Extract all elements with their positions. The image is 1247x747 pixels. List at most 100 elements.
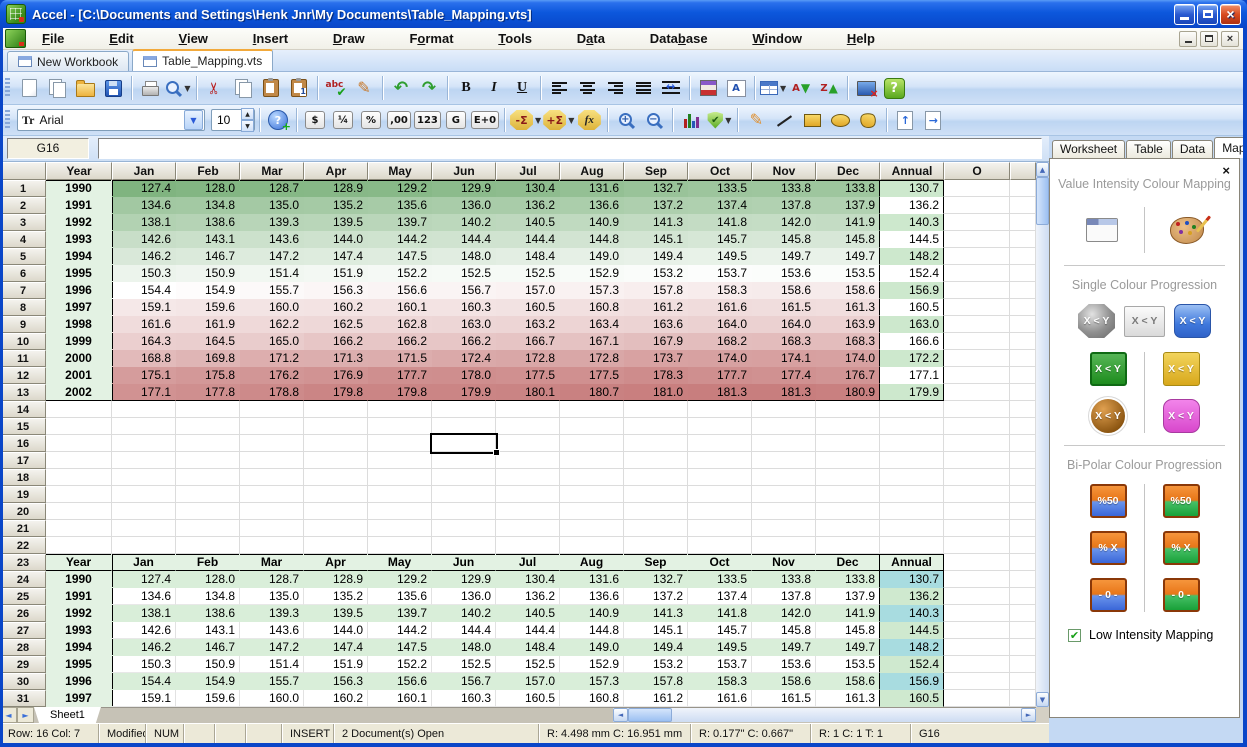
cell[interactable]: 157.8	[624, 282, 688, 299]
toolbar-grip[interactable]	[5, 110, 10, 130]
table-header-nov[interactable]: Nov	[752, 554, 816, 571]
cell[interactable]	[1010, 690, 1036, 707]
cell[interactable]: 146.7	[176, 248, 240, 265]
sort-descending-button[interactable]: Z▲	[816, 75, 842, 101]
panel-tab-data[interactable]: Data	[1172, 140, 1213, 158]
cell[interactable]: 137.8	[752, 588, 816, 605]
row-header[interactable]: 12	[0, 367, 46, 384]
new-document-button[interactable]	[16, 75, 42, 101]
cell-annual[interactable]: 166.6	[880, 333, 944, 350]
cell[interactable]	[432, 486, 496, 503]
cell[interactable]: 178.0	[432, 367, 496, 384]
cell[interactable]	[944, 282, 1010, 299]
panel-tab-table[interactable]: Table	[1126, 140, 1171, 158]
table-header-dec[interactable]: Dec	[816, 554, 880, 571]
cell[interactable]	[944, 299, 1010, 316]
cell-year[interactable]: 2000	[46, 350, 112, 367]
cell[interactable]	[496, 520, 560, 537]
cell[interactable]	[304, 486, 368, 503]
cell[interactable]	[176, 452, 240, 469]
single-button-flat-gray[interactable]: X < Y	[1124, 306, 1165, 337]
cell[interactable]: 166.7	[496, 333, 560, 350]
row-header[interactable]: 5	[0, 248, 46, 265]
cell[interactable]: 149.5	[688, 639, 752, 656]
cell[interactable]	[688, 537, 752, 554]
cell-year[interactable]: 1996	[46, 282, 112, 299]
menu-database[interactable]: Database	[644, 30, 714, 47]
cell[interactable]: 181.0	[624, 384, 688, 401]
cell[interactable]: 153.5	[816, 656, 880, 673]
scroll-down-icon[interactable]: ▼	[1036, 692, 1049, 707]
cell[interactable]: 144.4	[496, 622, 560, 639]
cell[interactable]	[944, 418, 1010, 435]
cell[interactable]: 134.6	[112, 588, 176, 605]
cell[interactable]: 156.7	[432, 673, 496, 690]
panel-tab-worksheet[interactable]: Worksheet	[1052, 140, 1125, 158]
menu-format[interactable]: Format	[403, 30, 459, 47]
single-button-brown-circle[interactable]: X < Y	[1091, 399, 1125, 433]
cell[interactable]: 165.0	[240, 333, 304, 350]
cell[interactable]: 131.6	[560, 180, 624, 197]
cell[interactable]: 144.2	[368, 231, 432, 248]
cell[interactable]: 156.6	[368, 673, 432, 690]
zoom-out-button[interactable]: −	[641, 107, 667, 133]
cell[interactable]	[176, 503, 240, 520]
cell[interactable]	[46, 469, 112, 486]
cell[interactable]	[46, 435, 112, 452]
row-header[interactable]: 25	[0, 588, 46, 605]
cell[interactable]: 129.9	[432, 571, 496, 588]
cell[interactable]: 160.2	[304, 299, 368, 316]
cell[interactable]: 160.5	[496, 299, 560, 316]
cell[interactable]: 128.0	[176, 571, 240, 588]
cell[interactable]: 154.4	[112, 282, 176, 299]
cell[interactable]: 150.9	[176, 656, 240, 673]
cell[interactable]: 139.5	[304, 605, 368, 622]
cell[interactable]: 180.9	[816, 384, 880, 401]
cell[interactable]	[368, 520, 432, 537]
format-painter-button[interactable]: ✎	[351, 75, 377, 101]
italic-button[interactable]: I	[481, 75, 507, 101]
cell[interactable]: 132.7	[624, 571, 688, 588]
row-header[interactable]: 17	[0, 452, 46, 469]
cell[interactable]: 149.0	[560, 248, 624, 265]
cell[interactable]	[1010, 367, 1036, 384]
cell[interactable]: 175.1	[112, 367, 176, 384]
cell[interactable]: 144.8	[560, 622, 624, 639]
cell[interactable]	[112, 435, 176, 452]
cell[interactable]: 171.2	[240, 350, 304, 367]
cell[interactable]: 137.4	[688, 197, 752, 214]
column-header-aug[interactable]: Aug	[560, 162, 624, 180]
cell[interactable]: 167.1	[560, 333, 624, 350]
cell[interactable]	[1010, 605, 1036, 622]
cell[interactable]: 129.9	[432, 180, 496, 197]
spin-up-icon[interactable]: ▲	[241, 108, 254, 120]
cell[interactable]	[176, 401, 240, 418]
cell[interactable]	[1010, 265, 1036, 282]
cell-year[interactable]: 1991	[46, 197, 112, 214]
draw-ellipse-button[interactable]	[827, 107, 853, 133]
cell[interactable]: 147.5	[368, 639, 432, 656]
align-right-button[interactable]	[602, 75, 628, 101]
close-document-button[interactable]: ×	[853, 75, 879, 101]
cell-year[interactable]: 1993	[46, 622, 112, 639]
cell[interactable]: 177.4	[752, 367, 816, 384]
cell-annual[interactable]: 156.9	[880, 673, 944, 690]
scientific-format-button[interactable]: E+0	[471, 107, 499, 133]
cell-year[interactable]: 1995	[46, 265, 112, 282]
cell[interactable]	[560, 503, 624, 520]
cell[interactable]: 128.0	[176, 180, 240, 197]
cell[interactable]	[752, 469, 816, 486]
cell[interactable]: 152.5	[496, 656, 560, 673]
cell[interactable]	[752, 503, 816, 520]
column-header-year[interactable]: Year	[46, 162, 112, 180]
help-button[interactable]: ?	[881, 75, 907, 101]
cell[interactable]: 174.0	[816, 350, 880, 367]
single-button-yellow[interactable]: X < Y	[1163, 352, 1200, 386]
cell[interactable]: 158.6	[752, 673, 816, 690]
cell[interactable]	[1010, 537, 1036, 554]
save-button[interactable]	[100, 75, 126, 101]
table-header-aug[interactable]: Aug	[560, 554, 624, 571]
cell[interactable]	[944, 214, 1010, 231]
cell[interactable]	[1010, 639, 1036, 656]
cell[interactable]	[496, 418, 560, 435]
